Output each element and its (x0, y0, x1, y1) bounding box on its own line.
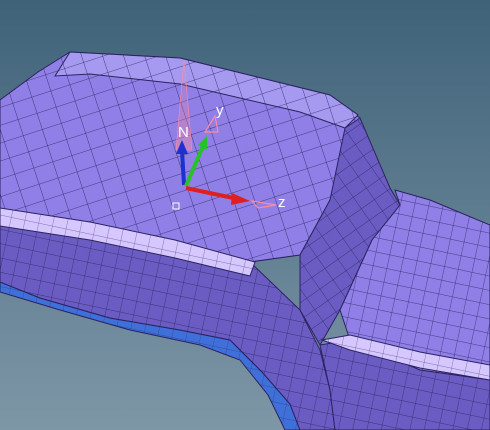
triad-z-label: z (278, 194, 286, 211)
triad-normal-label: N (178, 124, 189, 141)
triad-y-label: y (216, 102, 224, 119)
triad-normal-arrow (180, 149, 186, 186)
mesh-scene[interactable]: N y z (0, 0, 490, 430)
graphics-viewport[interactable]: N y z (0, 0, 490, 430)
